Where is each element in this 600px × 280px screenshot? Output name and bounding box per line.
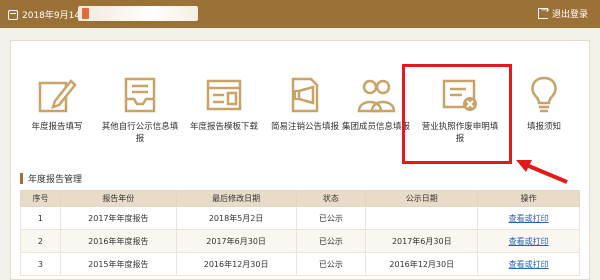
logout-label: 退出登录 (551, 10, 588, 20)
section-marker (20, 173, 23, 184)
col-header: 操作 (477, 190, 580, 207)
table-header-row: 序号 报告年份 最后修改日期 状态 公示日期 操作 (20, 190, 580, 207)
document-announce-icon (291, 77, 319, 113)
cell-year: 2015年年度报告 (59, 252, 177, 276)
menu-label: 年度报告模板下载 (189, 122, 258, 132)
annotation-arrow (516, 160, 568, 184)
section-title: 年度报告管理 (28, 175, 83, 185)
menu-item-annual-report[interactable]: 年度报告填写 (15, 75, 99, 133)
pencil-icon (38, 79, 77, 113)
table-row: 2 2016年年度报告 2017年6月30日 已公示 2017年6月30日 查看… (20, 229, 580, 253)
top-bar: 2018年9月14日 退出登录 (0, 0, 600, 28)
menu-label: 年度报告填写 (31, 122, 83, 132)
logout-button[interactable]: 退出登录 (537, 5, 588, 20)
menu-label: 填报须知 (526, 122, 561, 132)
cell-index: 2 (20, 229, 61, 253)
view-print-link[interactable]: 查看或打印 (509, 237, 549, 246)
col-header: 公示日期 (365, 190, 479, 207)
cell-status: 已公示 (295, 206, 367, 230)
lightbulb-icon (531, 76, 557, 113)
redacted-company-name (78, 6, 198, 21)
cell-published: 2017年6月30日 (365, 229, 479, 253)
col-header: 状态 (295, 190, 367, 207)
menu-item-template-download[interactable]: 年度报告模板下载 (182, 75, 266, 133)
section-header: 年度报告管理 (20, 172, 82, 185)
menu-item-other-disclosure[interactable]: 其他自行公示信息填报 (98, 75, 182, 145)
cell-published: 2016年12月30日 (365, 252, 479, 276)
view-print-link[interactable]: 查看或打印 (509, 260, 549, 269)
cell-published (365, 206, 479, 230)
menu-label: 其他自行公示信息填报 (101, 122, 179, 144)
cell-year: 2016年年度报告 (59, 229, 177, 253)
col-header: 报告年份 (59, 190, 177, 207)
calendar-icon (8, 9, 18, 20)
cell-index: 3 (20, 252, 61, 276)
cell-action: 查看或打印 (477, 206, 580, 230)
template-icon (206, 79, 242, 111)
table-row: 1 2017年年度报告 2018年5月2日 已公示 查看或打印 (20, 206, 580, 230)
cell-year: 2017年年度报告 (59, 206, 177, 230)
menu-item-filing-instructions[interactable]: 填报须知 (502, 75, 586, 133)
annual-report-table: 序号 报告年份 最后修改日期 状态 公示日期 操作 1 2017年年度报告 20… (20, 190, 580, 276)
cell-modified: 2016年12月30日 (175, 252, 297, 276)
tray-icon (124, 77, 156, 113)
table-row: 3 2015年年度报告 2016年12月30日 已公示 2016年12月30日 … (20, 252, 580, 276)
view-print-link[interactable]: 查看或打印 (509, 214, 549, 223)
col-header: 最后修改日期 (175, 190, 297, 207)
cell-status: 已公示 (295, 252, 367, 276)
col-header: 序号 (20, 190, 61, 207)
cell-action: 查看或打印 (477, 252, 580, 276)
cell-index: 1 (20, 206, 61, 230)
logout-icon (537, 5, 549, 19)
cell-action: 查看或打印 (477, 229, 580, 253)
cell-status: 已公示 (295, 229, 367, 253)
cell-modified: 2017年6月30日 (175, 229, 297, 253)
group-users-icon (357, 79, 396, 113)
highlight-box (402, 64, 512, 164)
date-display: 2018年9月14日 (8, 8, 89, 21)
cell-modified: 2018年5月2日 (175, 206, 297, 230)
